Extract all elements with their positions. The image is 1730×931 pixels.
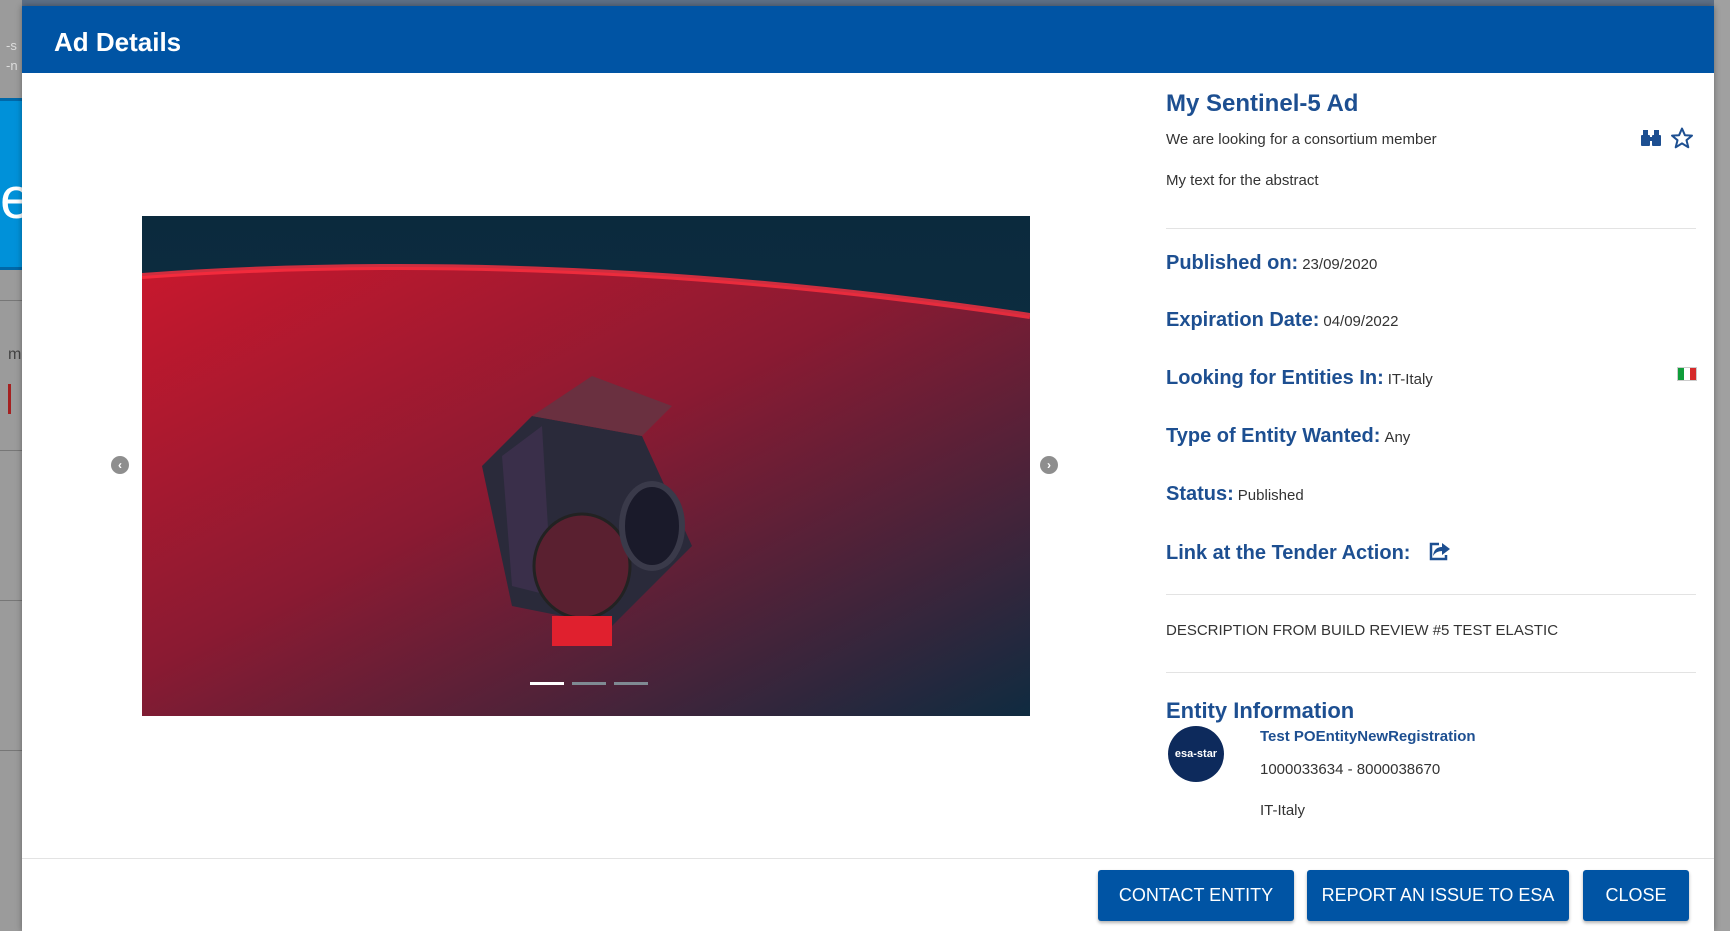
expiration-value: 04/09/2022: [1323, 313, 1399, 330]
divider: [1166, 594, 1696, 595]
ad-abstract: My text for the abstract: [1166, 172, 1319, 189]
carousel-indicators: [530, 682, 648, 685]
divider: [1166, 228, 1696, 229]
carousel-prev-button[interactable]: ‹: [111, 456, 129, 474]
background-red-marker: [8, 384, 11, 414]
status-label: Status:: [1166, 483, 1234, 505]
modal-title: Ad Details: [54, 27, 182, 57]
ad-actions: [1640, 127, 1694, 154]
carousel-slide-image: [142, 216, 1030, 716]
ad-title: My Sentinel-5 Ad: [1166, 90, 1359, 117]
entity-logo: esa-star: [1168, 726, 1224, 782]
entity-country: IT-Italy: [1260, 802, 1306, 819]
background-divider: [0, 600, 22, 601]
expiration-row: Expiration Date: 04/09/2022: [1166, 309, 1398, 332]
ad-details-modal: Ad Details ‹ › My Sentinel-5 Ad We are l…: [22, 6, 1714, 931]
ad-subtitle: We are looking for a consortium member: [1166, 131, 1437, 148]
divider: [1166, 672, 1696, 673]
expiration-label: Expiration Date:: [1166, 309, 1320, 331]
footer-divider: [22, 858, 1714, 859]
entity-information-heading: Entity Information: [1166, 698, 1355, 723]
background-text-fragment: -s: [6, 38, 17, 53]
tender-link-row: Link at the Tender Action:: [1166, 541, 1452, 566]
published-label: Published on:: [1166, 252, 1299, 274]
carousel-indicator-3[interactable]: [614, 682, 648, 685]
entity-ids: 1000033634 - 8000038670: [1260, 761, 1441, 778]
type-label: Type of Entity Wanted:: [1166, 425, 1381, 447]
ad-description: DESCRIPTION FROM BUILD REVIEW #5 TEST EL…: [1166, 622, 1559, 639]
carousel-indicator-2[interactable]: [572, 682, 606, 685]
background-divider: [0, 450, 22, 451]
close-button[interactable]: CLOSE: [1583, 870, 1689, 921]
carousel-next-button[interactable]: ›: [1040, 456, 1058, 474]
background-text-fragment: -n: [6, 58, 18, 73]
background-divider: [0, 300, 22, 301]
status-value: Published: [1237, 487, 1304, 504]
published-value: 23/09/2020: [1302, 256, 1378, 273]
type-row: Type of Entity Wanted: Any: [1166, 425, 1410, 448]
entity-name-link[interactable]: Test POEntityNewRegistration: [1260, 728, 1476, 745]
italy-flag-icon: [1677, 367, 1697, 381]
background-text-fragment: m: [8, 346, 22, 363]
modal-header: Ad Details: [22, 6, 1714, 73]
carousel-indicator-1[interactable]: [530, 682, 564, 685]
status-row: Status: Published: [1166, 483, 1304, 506]
external-link-icon[interactable]: [1428, 541, 1452, 566]
report-issue-button[interactable]: REPORT AN ISSUE TO ESA: [1307, 870, 1569, 921]
background-divider: [0, 750, 22, 751]
star-outline-icon[interactable]: [1670, 127, 1694, 154]
entities-in-label: Looking for Entities In:: [1166, 367, 1384, 389]
entities-in-value: IT-Italy: [1387, 371, 1433, 388]
background-edge-right: [1714, 0, 1730, 931]
contact-entity-button[interactable]: CONTACT ENTITY: [1098, 870, 1294, 921]
binoculars-icon[interactable]: [1640, 128, 1662, 153]
entities-in-row: Looking for Entities In: IT-Italy: [1166, 367, 1433, 390]
type-value: Any: [1384, 429, 1411, 446]
published-row: Published on: 23/09/2020: [1166, 252, 1377, 275]
tender-link-label: Link at the Tender Action:: [1166, 542, 1411, 564]
image-carousel: [142, 216, 1030, 716]
